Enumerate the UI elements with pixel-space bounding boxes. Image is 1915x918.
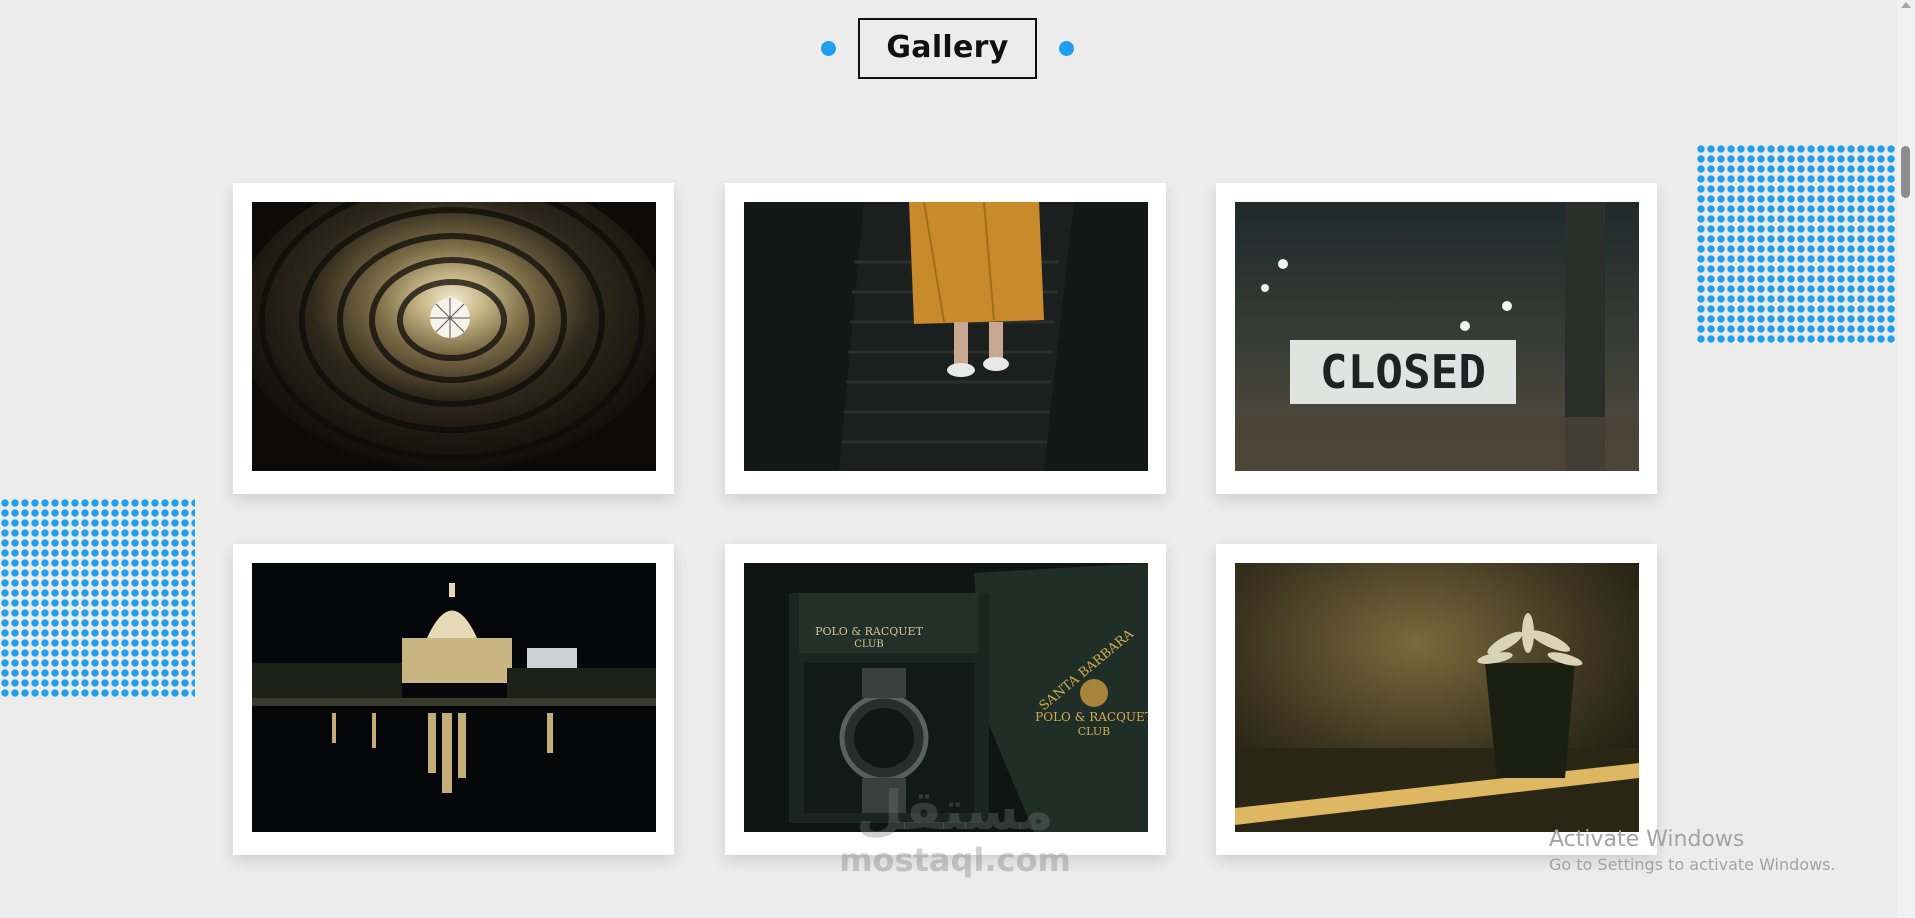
mostaql-watermark-latin: mostaql.com [839,841,1071,879]
heading-right-dot-icon [1058,41,1074,56]
closed-sign-text: CLOSED [1320,345,1486,399]
gallery-photo-escalator[interactable] [744,202,1148,471]
section-title: Gallery [858,18,1037,79]
gallery-photo-succulent[interactable] [1235,563,1639,832]
gallery-card-2[interactable] [725,183,1166,494]
dotted-pattern-left [0,498,195,698]
gallery-card-6[interactable] [1216,544,1657,855]
gallery-card-4[interactable] [233,544,674,855]
bag-brand-line3: CLUB [1078,725,1110,738]
watch-box-brand-line1: POLO & RACQUET [815,625,923,638]
bag-brand-line2: POLO & RACQUET [1035,710,1148,724]
vertical-scrollbar[interactable] [1897,0,1915,918]
activate-windows-overlay: Activate Windows Go to Settings to activ… [1549,826,1836,876]
gallery-card-3[interactable]: CLOSED [1216,183,1657,494]
gallery-photo-closed-sign[interactable]: CLOSED [1235,202,1639,471]
heading-left-dot-icon [821,41,837,56]
section-heading: Gallery [0,18,1895,79]
gallery-photo-capitol-night[interactable] [252,563,656,832]
mostaql-watermark: مستقل mostaql.com [835,779,1075,879]
mostaql-watermark-arabic: مستقل [856,779,1054,842]
watch-box-brand-line2: CLUB [854,639,884,650]
scroll-up-arrow-icon[interactable] [1901,2,1911,8]
dotted-pattern-right [1696,144,1896,344]
activate-windows-subtitle: Go to Settings to activate Windows. [1549,855,1836,874]
gallery-photo-spiral-ceiling[interactable] [252,202,656,471]
gallery-card-1[interactable] [233,183,674,494]
page: Gallery CLOSED POLO & RACQUET CLUB SANTA… [0,0,1915,918]
activate-windows-title: Activate Windows [1549,827,1745,852]
scrollbar-thumb[interactable] [1901,146,1910,198]
